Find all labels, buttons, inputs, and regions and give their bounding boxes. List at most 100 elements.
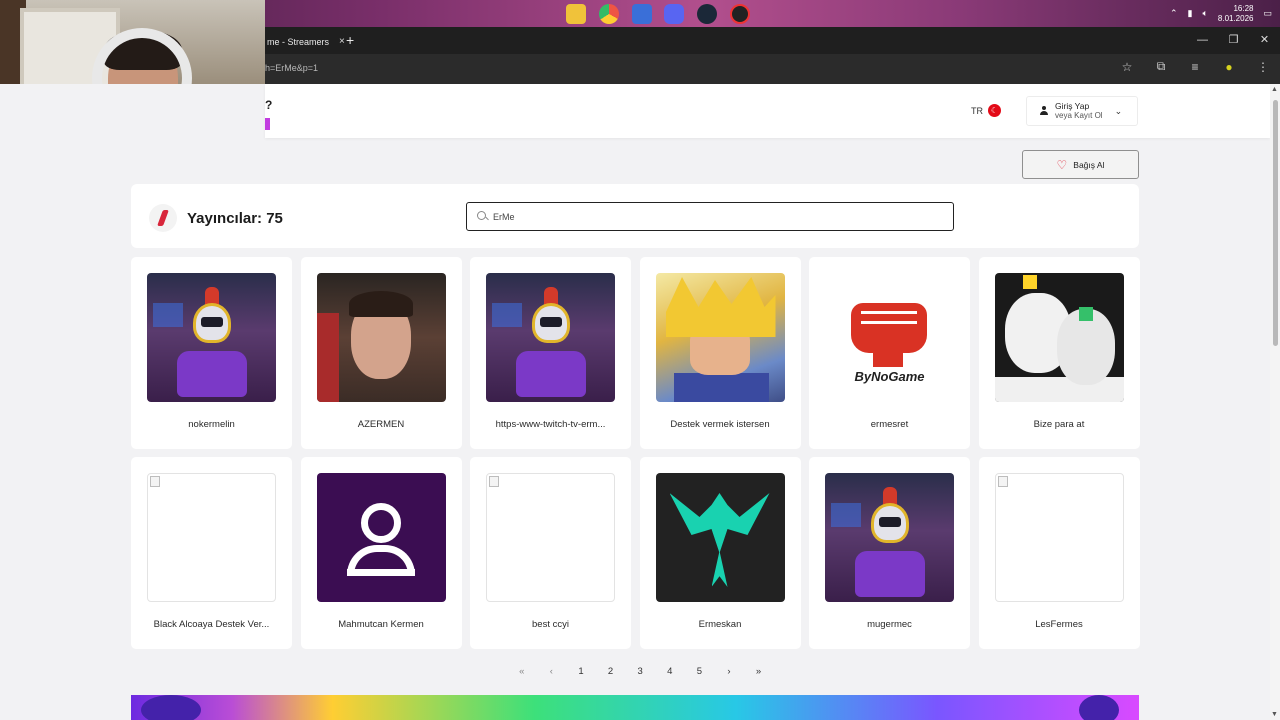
site-header: ? TR ☾ Giriş Yap veya Kayıt Ol ⌄ bbox=[265, 84, 1270, 138]
brand-logo-icon bbox=[149, 204, 177, 232]
streamer-card[interactable]: mugermec bbox=[809, 457, 970, 649]
page-scrollbar[interactable]: ▲ ▼ bbox=[1270, 84, 1280, 720]
toolbar-icons: ☆ ⧉ ≡ ● ⋮ bbox=[1116, 59, 1274, 74]
file-explorer-icon[interactable] bbox=[566, 4, 586, 24]
streamer-name[interactable]: Destek vermek istersen bbox=[646, 419, 795, 430]
streamer-card[interactable]: ByNoGame ermesret bbox=[809, 257, 970, 449]
banner-decoration bbox=[141, 695, 201, 720]
page-3-button[interactable]: 3 bbox=[625, 666, 655, 677]
streamer-avatar[interactable] bbox=[147, 273, 276, 402]
pagination: « ‹ 1 2 3 4 5 › » bbox=[507, 666, 773, 677]
turkey-flag-icon: ☾ bbox=[988, 104, 1001, 117]
login-label: Giriş Yap bbox=[1055, 101, 1090, 111]
language-selector[interactable]: TR ☾ bbox=[971, 104, 1001, 117]
donate-button[interactable]: ♡ Bağış Al bbox=[1022, 150, 1139, 179]
streamer-name[interactable]: best ccyi bbox=[476, 619, 625, 630]
streamer-card[interactable]: Black Alcoaya Destek Ver... bbox=[131, 457, 292, 649]
scroll-up-icon[interactable]: ▲ bbox=[1271, 86, 1278, 93]
language-code: TR bbox=[971, 105, 983, 116]
streamer-card[interactable]: Ermeskan bbox=[639, 457, 801, 649]
site-logo[interactable]: ? bbox=[265, 98, 272, 130]
first-page-button[interactable]: « bbox=[507, 666, 537, 677]
streamer-name[interactable]: Bize para at bbox=[985, 419, 1134, 430]
steam-icon[interactable] bbox=[697, 4, 717, 24]
streamer-name[interactable]: Mahmutcan Kermen bbox=[307, 619, 456, 630]
scroll-down-icon[interactable]: ▼ bbox=[1271, 711, 1278, 718]
volume-icon[interactable]: 🔈︎ bbox=[1202, 8, 1207, 19]
more-menu-icon[interactable]: ⋮ bbox=[1252, 60, 1274, 74]
broken-image-icon[interactable] bbox=[486, 473, 615, 602]
web-page: ? TR ☾ Giriş Yap veya Kayıt Ol ⌄ ♡ Bağış… bbox=[0, 84, 1270, 720]
streamer-name[interactable]: LesFermes bbox=[985, 619, 1134, 630]
search-input[interactable] bbox=[493, 211, 933, 222]
streamer-name[interactable]: https-www-twitch-tv-erm... bbox=[476, 419, 625, 430]
streamer-name[interactable]: mugermec bbox=[815, 619, 964, 630]
streamer-card[interactable]: nokermelin bbox=[131, 257, 292, 449]
chevron-up-icon[interactable]: ⌃ bbox=[1170, 8, 1178, 19]
streamer-card[interactable]: https-www-twitch-tv-erm... bbox=[470, 257, 631, 449]
streamer-grid: nokermelin AZERMEN https-www-twitch-tv-erm… bbox=[131, 257, 1141, 649]
streamer-avatar[interactable]: ByNoGame bbox=[825, 273, 954, 402]
streamer-name[interactable]: AZERMEN bbox=[307, 419, 456, 430]
clock-date: 8.01.2026 bbox=[1217, 13, 1254, 23]
streamer-count-label: Yayıncılar: 75 bbox=[187, 209, 283, 227]
broken-image-icon[interactable] bbox=[147, 473, 276, 602]
login-button[interactable]: Giriş Yap veya Kayıt Ol ⌄ bbox=[1026, 96, 1138, 126]
clock[interactable]: 16:28 8.01.2026 bbox=[1218, 4, 1254, 24]
close-window-button[interactable]: ✕ bbox=[1249, 27, 1280, 54]
register-label: veya Kayıt Ol bbox=[1055, 111, 1103, 120]
streamer-count: Yayıncılar: 75 bbox=[149, 204, 283, 232]
streamer-avatar[interactable] bbox=[316, 473, 446, 602]
url-field[interactable]: h=ErMe&p=1 bbox=[265, 63, 318, 73]
scrollbar-thumb[interactable] bbox=[1273, 100, 1278, 346]
streamer-avatar[interactable] bbox=[655, 473, 785, 602]
streamer-name[interactable]: Ermeskan bbox=[646, 619, 795, 630]
chevron-down-icon: ⌄ bbox=[1114, 105, 1123, 116]
streamer-card[interactable]: LesFermes bbox=[978, 457, 1140, 649]
banner-decoration bbox=[1079, 695, 1119, 720]
broken-image-icon[interactable] bbox=[994, 473, 1124, 602]
streamer-avatar[interactable] bbox=[316, 273, 446, 402]
clock-time: 16:28 bbox=[1233, 3, 1254, 13]
heart-icon: ♡ bbox=[1056, 157, 1068, 172]
bookmark-star-icon[interactable]: ☆ bbox=[1116, 60, 1138, 74]
streamer-card[interactable]: Bize para at bbox=[978, 257, 1140, 449]
streamer-avatar[interactable] bbox=[825, 473, 954, 602]
page-2-button[interactable]: 2 bbox=[596, 666, 626, 677]
search-panel: Yayıncılar: 75 bbox=[131, 184, 1139, 248]
minimize-button[interactable]: — bbox=[1187, 27, 1218, 54]
streamer-card[interactable]: Destek vermek istersen bbox=[639, 257, 801, 449]
tab-title: me - Streamers bbox=[267, 36, 330, 47]
page-5-button[interactable]: 5 bbox=[685, 666, 715, 677]
network-icon[interactable]: ▮ bbox=[1188, 8, 1193, 19]
new-tab-button[interactable]: + bbox=[346, 32, 354, 48]
system-tray: ⌃ ▮ 🔈︎ 16:28 8.01.2026 ▭ bbox=[1170, 0, 1272, 27]
window-controls: — ❐ ✕ bbox=[1187, 27, 1280, 54]
profile-icon[interactable]: ● bbox=[1218, 60, 1240, 74]
streamer-avatar[interactable] bbox=[655, 273, 785, 402]
discord-icon[interactable] bbox=[664, 4, 684, 24]
next-page-button[interactable]: › bbox=[714, 666, 744, 677]
streamer-name[interactable]: nokermelin bbox=[137, 419, 286, 430]
chrome-icon[interactable] bbox=[599, 4, 619, 24]
streamer-card[interactable]: AZERMEN bbox=[300, 257, 462, 449]
streamer-avatar[interactable] bbox=[994, 273, 1124, 402]
last-page-button[interactable]: » bbox=[744, 666, 774, 677]
streamer-avatar[interactable] bbox=[486, 273, 615, 402]
extensions-icon[interactable]: ⧉ bbox=[1150, 59, 1172, 74]
search-box[interactable] bbox=[466, 202, 954, 231]
page-4-button[interactable]: 4 bbox=[655, 666, 685, 677]
notification-icon[interactable]: ▭ bbox=[1263, 8, 1272, 19]
streamer-card[interactable]: Mahmutcan Kermen bbox=[300, 457, 462, 649]
promo-banner[interactable] bbox=[131, 695, 1139, 720]
prev-page-button[interactable]: ‹ bbox=[537, 666, 567, 677]
app-icon[interactable] bbox=[632, 4, 652, 24]
maximize-button[interactable]: ❐ bbox=[1218, 27, 1249, 54]
tab-close-icon[interactable]: × bbox=[339, 36, 345, 47]
page-1-button[interactable]: 1 bbox=[566, 666, 596, 677]
streamer-name[interactable]: Black Alcoaya Destek Ver... bbox=[137, 619, 286, 630]
streamer-name[interactable]: ermesret bbox=[815, 419, 964, 430]
obs-icon[interactable] bbox=[730, 4, 750, 24]
media-icon[interactable]: ≡ bbox=[1184, 60, 1206, 74]
streamer-card[interactable]: best ccyi bbox=[470, 457, 631, 649]
